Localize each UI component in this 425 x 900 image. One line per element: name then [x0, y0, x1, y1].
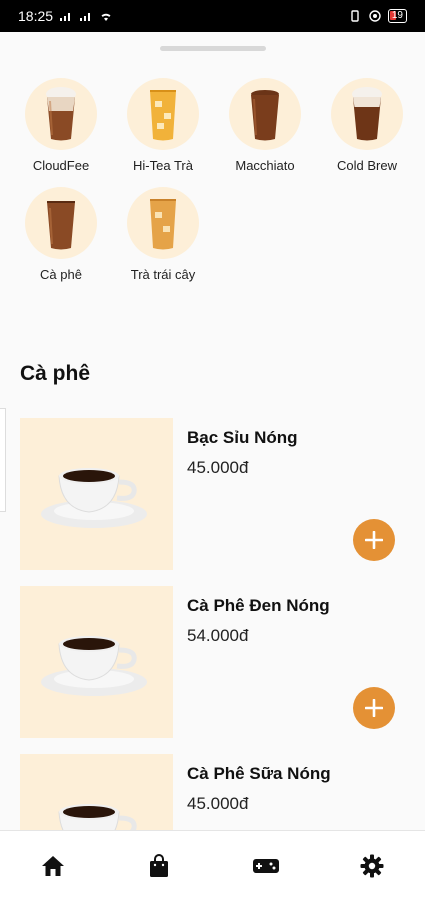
product-price: 45.000đ — [187, 794, 249, 813]
category-label: Trà trái cây — [130, 267, 196, 282]
category-image — [331, 78, 403, 150]
category-image — [127, 78, 199, 150]
product-name: Cà Phê Sữa Nóng — [187, 764, 331, 783]
product-image — [20, 754, 173, 830]
hot-coffee-cup-icon — [41, 636, 147, 696]
category-image — [25, 187, 97, 259]
hot-coffee-cup-icon — [58, 804, 137, 830]
product-name: Bạc Sỉu Nóng — [187, 428, 298, 447]
nav-settings[interactable] — [342, 836, 402, 896]
category-ca-phe[interactable]: Cà phê — [10, 187, 112, 282]
hot-coffee-cup-icon — [41, 468, 147, 528]
product-price: 45.000đ — [187, 458, 249, 477]
product-name: Cà Phê Đen Nóng — [187, 596, 330, 615]
home-icon — [42, 855, 65, 876]
section-title: Cà phê — [20, 362, 91, 385]
iced-coffee-icon — [46, 87, 76, 141]
plus-icon — [365, 699, 383, 717]
category-image — [127, 187, 199, 259]
settings-icon — [360, 854, 384, 877]
category-label: Hi-Tea Trà — [133, 158, 193, 173]
category-cold-brew[interactable]: Cold Brew — [316, 78, 418, 173]
add-to-cart-button[interactable] — [353, 519, 395, 561]
bottom-navigation — [0, 830, 425, 900]
shopping-bag-icon — [150, 853, 169, 877]
product-image — [20, 586, 173, 738]
gamepad-icon — [252, 858, 279, 873]
battery-level: 19 — [391, 10, 403, 21]
product-card[interactable]: Cà Phê Đen Nóng 54.000đ — [20, 586, 405, 738]
signal-icon-2 — [80, 13, 91, 21]
category-label: Cold Brew — [337, 158, 397, 173]
status-time: 18:25 — [18, 8, 54, 24]
category-cloudfee[interactable]: CloudFee — [10, 78, 112, 173]
category-label: CloudFee — [32, 158, 90, 173]
product-card[interactable]: Bạc Sỉu Nóng 45.000đ — [20, 418, 405, 570]
signal-icon — [60, 13, 71, 21]
drag-handle[interactable] — [160, 46, 266, 51]
wifi-icon — [101, 13, 111, 21]
nav-games[interactable] — [236, 836, 296, 896]
battery-icon: 19 — [387, 9, 407, 23]
data-saver-icon — [369, 10, 381, 22]
product-price: 54.000đ — [187, 626, 249, 645]
cold-brew-icon — [352, 87, 382, 141]
category-hi-tea[interactable]: Hi-Tea Trà — [112, 78, 214, 173]
iced-tea-icon — [150, 90, 176, 141]
macchiato-icon — [251, 90, 279, 141]
plus-icon — [365, 531, 383, 549]
category-grid: CloudFee Hi-Tea Trà Macchiato Cold Brew … — [10, 78, 420, 282]
category-image — [229, 78, 301, 150]
status-bar: 18:25 19 — [0, 0, 425, 32]
menu-sheet: CloudFee Hi-Tea Trà Macchiato Cold Brew … — [0, 32, 425, 830]
category-macchiato[interactable]: Macchiato — [214, 78, 316, 173]
category-tra-trai-cay[interactable]: Trà trái cây — [112, 187, 214, 282]
side-drawer-handle[interactable] — [0, 408, 6, 512]
product-image — [20, 418, 173, 570]
vibrate-icon — [351, 10, 359, 22]
product-card[interactable]: Cà Phê Sữa Nóng 45.000đ — [20, 754, 405, 830]
nav-shopping[interactable] — [129, 836, 189, 896]
category-label: Cà phê — [40, 267, 82, 282]
coffee-glass-icon — [47, 201, 75, 250]
add-to-cart-button[interactable] — [353, 687, 395, 729]
category-label: Macchiato — [235, 158, 295, 173]
category-image — [25, 78, 97, 150]
fruit-tea-icon — [150, 199, 176, 250]
nav-home[interactable] — [23, 836, 83, 896]
